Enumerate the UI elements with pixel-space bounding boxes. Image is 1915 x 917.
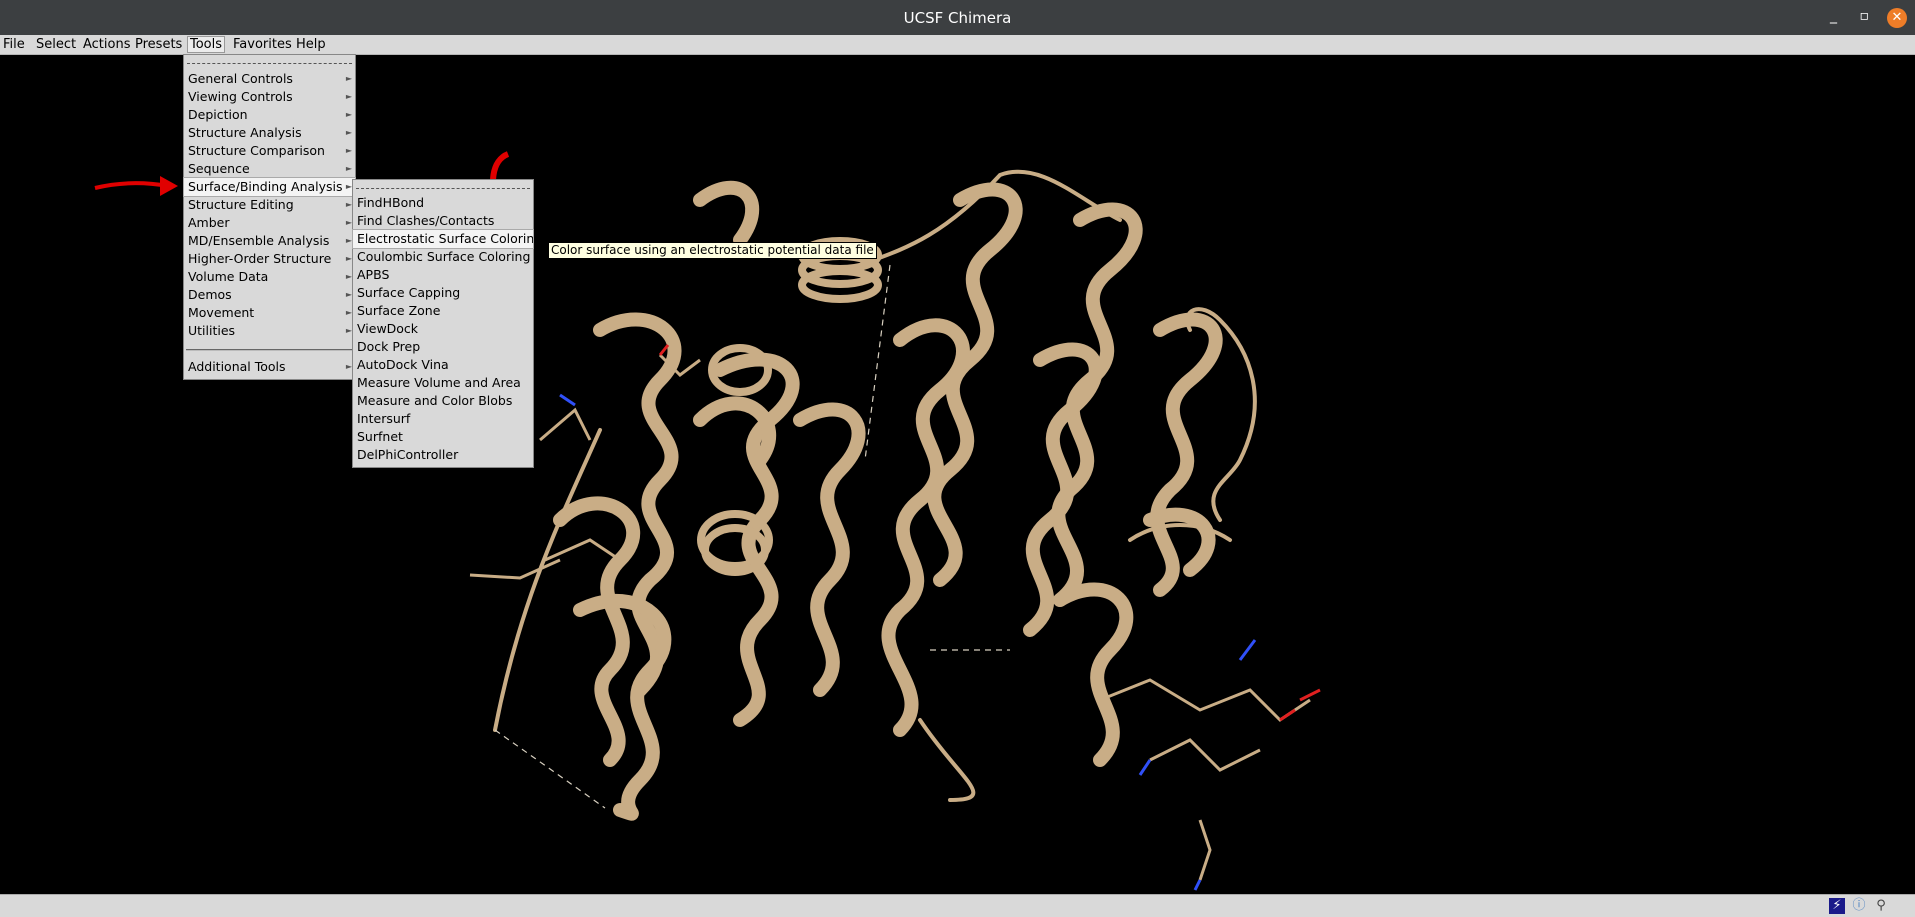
submenu-arrow-icon: ► (345, 164, 352, 173)
surface-binding-submenu: FindHBond Find Clashes/Contacts Electros… (352, 179, 542, 468)
menu-tearoff[interactable] (356, 182, 530, 189)
submenu-arrow-icon: ► (345, 128, 352, 137)
submenu-intersurf[interactable]: Intersurf (353, 410, 533, 428)
submenu-surfnet[interactable]: Surfnet (353, 428, 533, 446)
submenu-surface-capping[interactable]: Surface Capping (353, 284, 533, 302)
submenu-autodock-vina[interactable]: AutoDock Vina (353, 356, 533, 374)
submenu-electrostatic-surface-coloring[interactable]: Electrostatic Surface Coloring (352, 229, 542, 249)
menu-separator (186, 340, 353, 351)
lightning-icon[interactable]: ⚡ (1829, 898, 1845, 914)
submenu-arrow-icon: ► (345, 146, 352, 155)
tools-depiction[interactable]: Depiction ► (184, 106, 355, 124)
submenu-arrow-icon: ► (345, 110, 352, 119)
menu-tearoff[interactable] (187, 57, 352, 64)
submenu-dock-prep[interactable]: Dock Prep (353, 338, 533, 356)
tools-surface-binding-analysis[interactable]: Surface/Binding Analysis ► (183, 177, 356, 197)
tools-menu: General Controls ► Viewing Controls ► Depi… (183, 54, 356, 380)
tools-movement[interactable]: Movement ► (184, 304, 355, 322)
submenu-apbs[interactable]: APBS (353, 266, 533, 284)
tools-higher-order-structure[interactable]: Higher-Order Structure ► (184, 250, 355, 268)
tools-amber[interactable]: Amber ► (184, 214, 355, 232)
submenu-measure-volume-area[interactable]: Measure Volume and Area (353, 374, 533, 392)
tools-utilities[interactable]: Utilities ► (184, 322, 355, 340)
tools-additional-tools[interactable]: Additional Tools ► (184, 358, 355, 376)
tools-sequence[interactable]: Sequence ► (184, 160, 355, 178)
red-right-arrow-icon (160, 176, 178, 196)
tooltip: Color surface using an electrostatic pot… (548, 242, 877, 259)
tools-volume-data[interactable]: Volume Data ► (184, 268, 355, 286)
submenu-arrow-icon: ► (345, 74, 352, 83)
submenu-coulombic-surface-coloring[interactable]: Coulombic Surface Coloring (353, 248, 533, 266)
submenu-measure-color-blobs[interactable]: Measure and Color Blobs (353, 392, 533, 410)
tools-structure-editing[interactable]: Structure Editing ► (184, 196, 355, 214)
info-icon[interactable]: ⓘ (1851, 898, 1867, 914)
submenu-viewdock[interactable]: ViewDock (353, 320, 533, 338)
submenu-findhbond[interactable]: FindHBond (353, 194, 533, 212)
submenu-find-clashes-contacts[interactable]: Find Clashes/Contacts (353, 212, 533, 230)
tools-demos[interactable]: Demos ► (184, 286, 355, 304)
tools-md-ensemble-analysis[interactable]: MD/Ensemble Analysis ► (184, 232, 355, 250)
submenu-delphicontroller[interactable]: DelPhiController (353, 446, 533, 464)
tools-general-controls[interactable]: General Controls ► (184, 70, 355, 88)
status-bar: ⚡ ⓘ ⚲ (0, 894, 1915, 917)
tools-structure-analysis[interactable]: Structure Analysis ► (184, 124, 355, 142)
magnifier-icon[interactable]: ⚲ (1873, 898, 1889, 914)
submenu-surface-zone[interactable]: Surface Zone (353, 302, 533, 320)
tools-structure-comparison[interactable]: Structure Comparison ► (184, 142, 355, 160)
tools-viewing-controls[interactable]: Viewing Controls ► (184, 88, 355, 106)
submenu-arrow-icon: ► (345, 92, 352, 101)
